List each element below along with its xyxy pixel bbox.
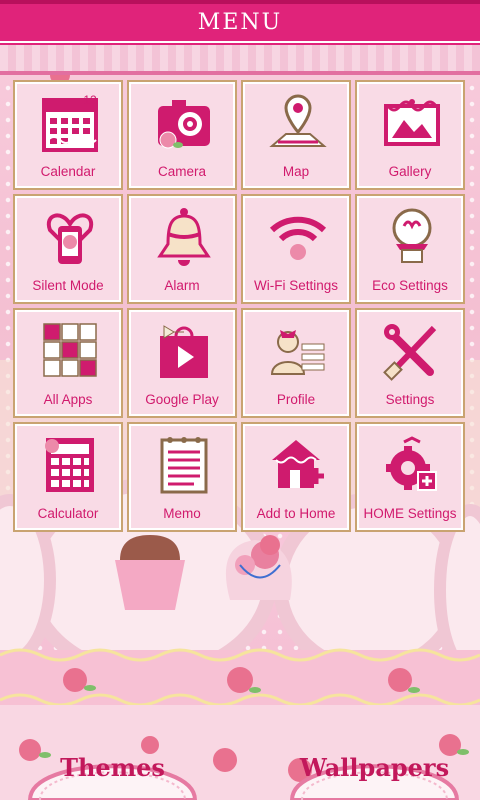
map-pin-icon [269,94,327,147]
app-tile-google-play[interactable]: Google Play [127,308,237,418]
wallpapers-label: Wallpapers [299,753,450,782]
app-tile-profile[interactable]: Profile [241,308,351,418]
themes-button[interactable]: Themes [20,735,205,800]
all-apps-grid-icon [43,323,97,377]
app-tile-home-settings[interactable]: HOME Settings [355,422,465,532]
app-grid: 12 Calendar Camera Map Gallery Silent Mo… [13,80,467,532]
menu-title: MENU [197,10,283,35]
calculator-icon [45,438,94,492]
app-tile-calendar[interactable]: 12 Calendar [13,80,123,190]
header-divider [0,41,480,43]
app-tile-alarm[interactable]: Alarm [127,194,237,304]
camera-icon [158,100,210,149]
app-tile-gallery[interactable]: Gallery [355,80,465,190]
home-settings-gear-icon [386,436,437,491]
wifi-icon [269,216,327,260]
app-label-camera: Camera [157,164,206,179]
wallpapers-button[interactable]: Wallpapers [282,735,467,800]
calendar-badge: 12 [83,93,97,107]
app-label-calculator: Calculator [37,506,99,521]
app-label-settings: Settings [385,392,435,407]
app-tile-all-apps[interactable]: All Apps [13,308,123,418]
silent-mode-phone-icon [46,213,94,264]
app-label-eco-settings: Eco Settings [372,278,448,293]
app-label-map: Map [282,164,310,179]
wrench-screwdriver-icon [383,324,437,381]
app-tile-map[interactable]: Map [241,80,351,190]
app-tile-memo[interactable]: Memo [127,422,237,532]
app-label-all-apps: All Apps [43,392,93,407]
app-label-wifi-settings: Wi-Fi Settings [253,278,338,293]
alarm-bell-icon [157,208,211,266]
eco-lightbulb-icon [392,208,432,263]
themes-label: Themes [60,753,165,782]
app-label-alarm: Alarm [164,278,200,293]
app-label-calendar: Calendar [40,164,96,179]
app-tile-calculator[interactable]: Calculator [13,422,123,532]
menu-header: MENU [0,0,480,45]
profile-icon [270,330,325,375]
app-label-google-play: Google Play [145,392,219,407]
memo-notepad-icon [160,437,208,494]
gallery-icon [384,99,440,146]
svg-text:12: 12 [83,93,97,107]
app-tile-settings[interactable]: Settings [355,308,465,418]
app-label-memo: Memo [163,506,201,521]
app-label-silent-mode: Silent Mode [32,278,104,293]
app-label-gallery: Gallery [388,164,432,179]
app-label-add-to-home: Add to Home [256,506,336,521]
app-tile-silent-mode[interactable]: Silent Mode [13,194,123,304]
app-tile-eco-settings[interactable]: Eco Settings [355,194,465,304]
header-decorative-band [0,45,480,75]
google-play-icon [160,325,208,378]
app-label-home-settings: HOME Settings [363,506,457,521]
app-tile-wifi-settings[interactable]: Wi-Fi Settings [241,194,351,304]
add-to-home-icon [272,440,324,488]
home-menu-screen: MENU 12 Calendar Camera Map Gallery Sile… [0,0,480,800]
app-tile-add-to-home[interactable]: Add to Home [241,422,351,532]
app-label-profile: Profile [276,392,316,407]
app-tile-camera[interactable]: Camera [127,80,237,190]
